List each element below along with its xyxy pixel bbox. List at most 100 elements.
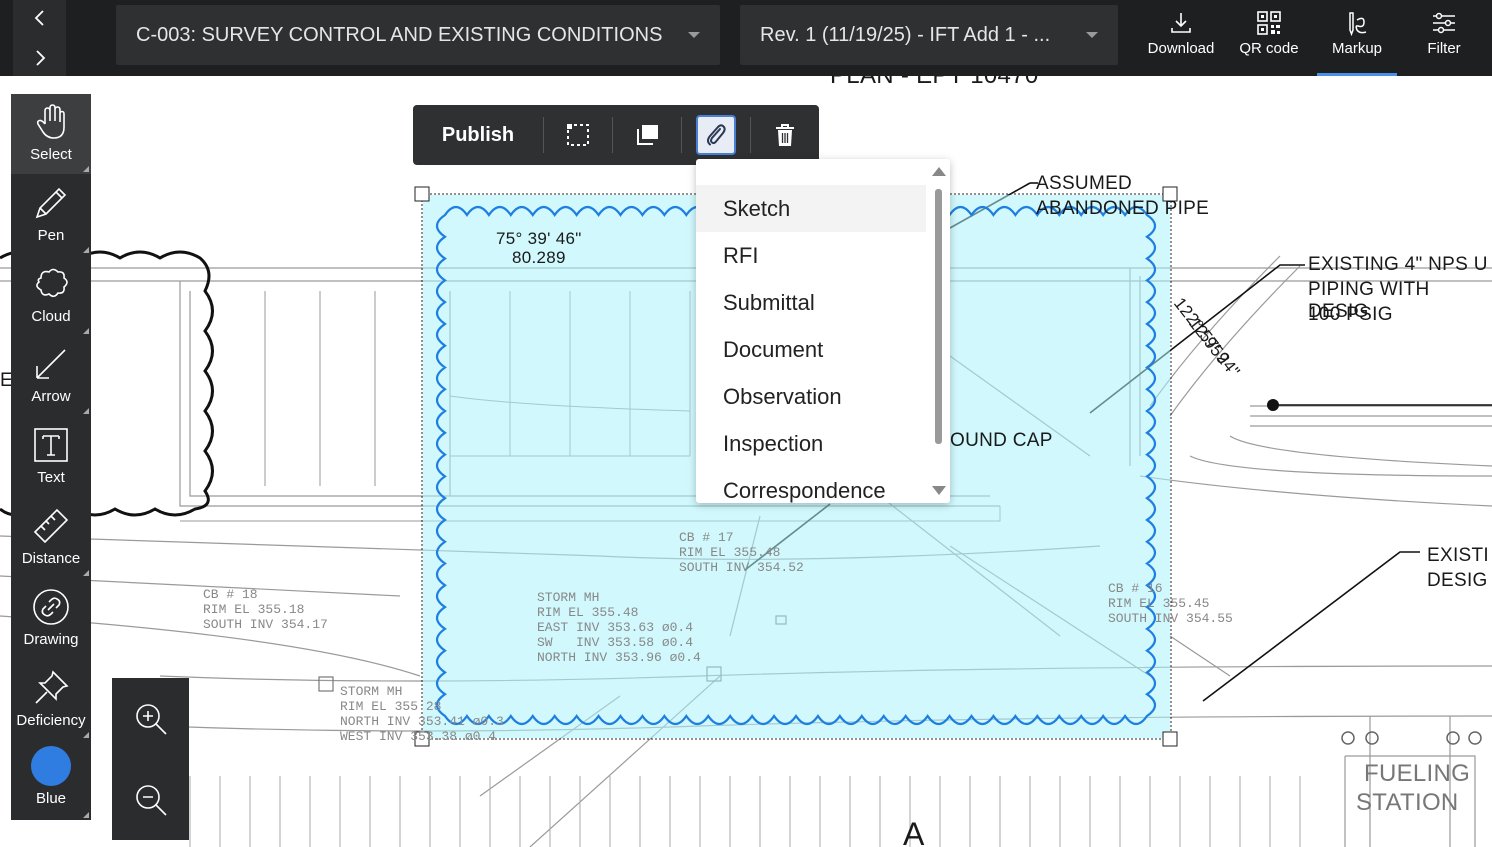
expand-indicator xyxy=(83,732,89,738)
divider xyxy=(543,117,544,153)
dashed-select-icon xyxy=(567,124,589,146)
ruler-icon xyxy=(33,508,69,544)
qr-code-button[interactable]: QR code xyxy=(1232,0,1306,76)
menu-item-inspection[interactable]: Inspection xyxy=(696,420,926,467)
chevron-left-icon xyxy=(34,10,44,26)
tool-color-label: Blue xyxy=(35,790,67,807)
chevron-right-icon xyxy=(35,50,45,66)
scroll-down-icon[interactable] xyxy=(932,486,946,495)
divider xyxy=(612,117,613,153)
label-existing-4-line3: 100 PSIG xyxy=(1308,304,1393,325)
scroll-up-icon[interactable] xyxy=(932,167,946,176)
zoom-out-button[interactable] xyxy=(112,759,189,840)
label-assumed: ASSUMED xyxy=(1036,173,1133,194)
tool-distance[interactable]: Distance xyxy=(11,498,91,578)
label-cb16: CB # 16 RIM EL 355.45 SOUTH INV 354.55 xyxy=(1108,581,1233,626)
menu-item-submittal[interactable]: Submittal xyxy=(696,279,926,326)
expand-indicator xyxy=(83,328,89,334)
page-nav xyxy=(13,0,66,80)
tool-select-label: Select xyxy=(30,146,72,163)
filter-icon xyxy=(1433,12,1455,34)
label-ground-cap: OUND CAP xyxy=(950,430,1053,451)
tool-text-label: Text xyxy=(37,469,65,486)
filter-label: Filter xyxy=(1427,40,1461,57)
attach-button[interactable] xyxy=(696,115,736,155)
label-cb18: CB # 18 RIM EL 355.18 SOUTH INV 354.17 xyxy=(203,587,328,632)
tool-deficiency[interactable]: Deficiency xyxy=(11,660,91,740)
tool-color[interactable]: Blue xyxy=(11,740,91,820)
menu-scrollbar[interactable] xyxy=(926,159,950,503)
link-icon xyxy=(33,589,69,625)
menu-item-sketch[interactable]: Sketch xyxy=(696,185,926,232)
select-area-button[interactable] xyxy=(558,115,598,155)
markup-label: Markup xyxy=(1331,40,1383,57)
color-swatch-icon xyxy=(31,746,71,786)
tool-cloud-label: Cloud xyxy=(31,308,71,325)
paperclip-icon xyxy=(707,124,726,146)
label-station: STATION xyxy=(1356,789,1459,816)
markup-tools: Select Pen Cloud Arrow Text Distance Dra… xyxy=(11,94,91,820)
sheet-select-value: C-003: SURVEY CONTROL AND EXISTING CONDI… xyxy=(136,23,663,46)
expand-indicator xyxy=(83,408,89,414)
zoom-out-icon xyxy=(135,784,167,816)
cloud-icon xyxy=(36,268,68,298)
expand-indicator xyxy=(83,812,89,818)
zoom-in-button[interactable] xyxy=(112,678,189,759)
publish-button[interactable]: Publish xyxy=(413,105,543,165)
label-coord-angle: 75° 39' 46" xyxy=(496,229,582,248)
markup-actions-toolbar: Publish xyxy=(413,105,819,165)
label-existing-right: EXISTI xyxy=(1427,545,1489,566)
label-abandoned-pipe: ABANDONED PIPE xyxy=(1036,198,1210,219)
tool-distance-label: Distance xyxy=(21,550,81,567)
layers-button[interactable] xyxy=(627,115,667,155)
menu-item-rfi[interactable]: RFI xyxy=(696,232,926,279)
top-bar: C-003: SURVEY CONTROL AND EXISTING CONDI… xyxy=(0,0,1492,80)
chevron-down-icon xyxy=(688,32,700,38)
expand-indicator xyxy=(83,570,89,576)
layers-icon xyxy=(637,125,658,145)
attach-menu: Sketch RFI Submittal Document Observatio… xyxy=(696,159,950,503)
tool-deficiency-label: Deficiency xyxy=(16,712,86,729)
filter-button[interactable]: Filter xyxy=(1408,0,1480,76)
zoom-in-icon xyxy=(135,703,167,735)
markup-icon xyxy=(1349,12,1367,36)
label-existing-4-line1: EXISTING 4" NPS U xyxy=(1308,254,1488,275)
download-label: Download xyxy=(1147,40,1215,57)
label-coord-value: 80.289 xyxy=(512,248,566,267)
tool-text[interactable]: Text xyxy=(11,417,91,497)
label-fueling: FUELING xyxy=(1364,760,1471,787)
pin-icon xyxy=(35,670,69,704)
download-icon xyxy=(1171,13,1191,33)
revision-select[interactable]: Rev. 1 (11/19/25) - IFT Add 1 - ... xyxy=(740,5,1118,65)
expand-indicator xyxy=(83,247,89,253)
chevron-down-icon xyxy=(1086,32,1098,38)
previous-page-button[interactable] xyxy=(13,0,66,36)
pen-icon xyxy=(35,187,67,219)
download-button[interactable]: Download xyxy=(1142,0,1220,76)
trash-icon xyxy=(776,124,794,146)
menu-item-observation[interactable]: Observation xyxy=(696,373,926,420)
revision-select-value: Rev. 1 (11/19/25) - IFT Add 1 - ... xyxy=(760,23,1051,46)
tool-cloud[interactable]: Cloud xyxy=(11,256,91,336)
next-page-button[interactable] xyxy=(13,40,66,76)
sheet-select[interactable]: C-003: SURVEY CONTROL AND EXISTING CONDI… xyxy=(116,5,720,65)
tool-arrow-label: Arrow xyxy=(31,388,71,405)
divider xyxy=(750,117,751,153)
tool-pen-label: Pen xyxy=(37,227,65,244)
expand-indicator xyxy=(83,166,89,172)
tool-drawing[interactable]: Drawing xyxy=(11,579,91,659)
text-icon xyxy=(34,428,68,462)
hand-icon xyxy=(36,104,65,139)
label-design-right: DESIG xyxy=(1427,570,1488,591)
tool-pen[interactable]: Pen xyxy=(11,175,91,255)
label-cb17: CB # 17 RIM EL 355.48 SOUTH INV 354.52 xyxy=(679,530,804,575)
label-storm-mh-2: STORM MH RIM EL 355.28 NORTH INV 353.41 … xyxy=(340,684,504,744)
menu-item-document[interactable]: Document xyxy=(696,326,926,373)
markup-button[interactable]: Markup xyxy=(1317,0,1397,76)
qr-code-icon xyxy=(1257,11,1281,35)
menu-item-correspondence[interactable]: Correspondence xyxy=(696,467,926,503)
tool-select[interactable]: Select xyxy=(11,94,91,174)
tool-arrow[interactable]: Arrow xyxy=(11,336,91,416)
scroll-thumb[interactable] xyxy=(935,189,942,444)
delete-button[interactable] xyxy=(765,115,805,155)
